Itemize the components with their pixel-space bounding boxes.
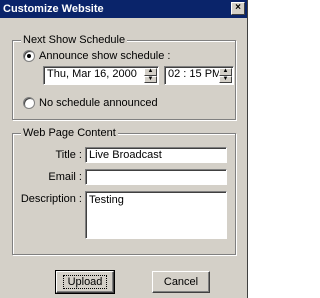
close-icon: × (235, 2, 241, 13)
description-textarea[interactable]: Testing (85, 191, 227, 239)
title-bar[interactable]: Customize Website × (0, 0, 247, 18)
title-label: Title : (55, 149, 83, 161)
upload-label: Upload (62, 275, 108, 289)
no-schedule-label: No schedule announced (39, 97, 158, 109)
schedule-group: Next Show Schedule Announce show schedul… (12, 34, 236, 120)
radio-announce-indicator[interactable] (23, 50, 35, 62)
email-input[interactable] (85, 169, 227, 185)
description-label: Description : (20, 193, 82, 205)
date-spinner[interactable]: ▲ ▼ (144, 68, 157, 83)
time-spinner[interactable]: ▲ ▼ (219, 68, 232, 83)
content-legend: Web Page Content (21, 127, 118, 139)
spin-down-icon[interactable]: ▼ (219, 75, 232, 83)
window-title: Customize Website (3, 3, 104, 15)
cancel-label: Cancel (163, 276, 199, 288)
email-label: Email : (48, 171, 82, 183)
schedule-legend: Next Show Schedule (21, 34, 128, 46)
upload-button[interactable]: Upload (55, 270, 115, 294)
date-value: Thu, Mar 16, 2000 (47, 68, 137, 80)
date-picker[interactable]: Thu, Mar 16, 2000 ▲ ▼ (43, 66, 159, 85)
time-picker[interactable]: 02 : 15 PM ▲ ▼ (164, 66, 234, 85)
announce-schedule-radio[interactable]: Announce show schedule : (23, 50, 170, 62)
spin-down-icon[interactable]: ▼ (144, 75, 157, 83)
customize-website-dialog: Customize Website × Next Show Schedule A… (0, 0, 248, 298)
time-value: 02 : 15 PM (168, 68, 222, 80)
cancel-button[interactable]: Cancel (152, 271, 210, 293)
close-button[interactable]: × (231, 2, 245, 15)
spin-up-icon[interactable]: ▲ (219, 68, 232, 76)
content-group: Web Page Content Title : Live Broadcast … (12, 127, 236, 255)
announce-schedule-label: Announce show schedule : (39, 50, 171, 62)
radio-none-indicator[interactable] (23, 97, 35, 109)
description-value: Testing (89, 194, 124, 206)
spin-up-icon[interactable]: ▲ (144, 68, 157, 76)
title-input[interactable]: Live Broadcast (85, 147, 227, 163)
title-value: Live Broadcast (89, 149, 162, 161)
no-schedule-radio[interactable]: No schedule announced (23, 97, 158, 109)
